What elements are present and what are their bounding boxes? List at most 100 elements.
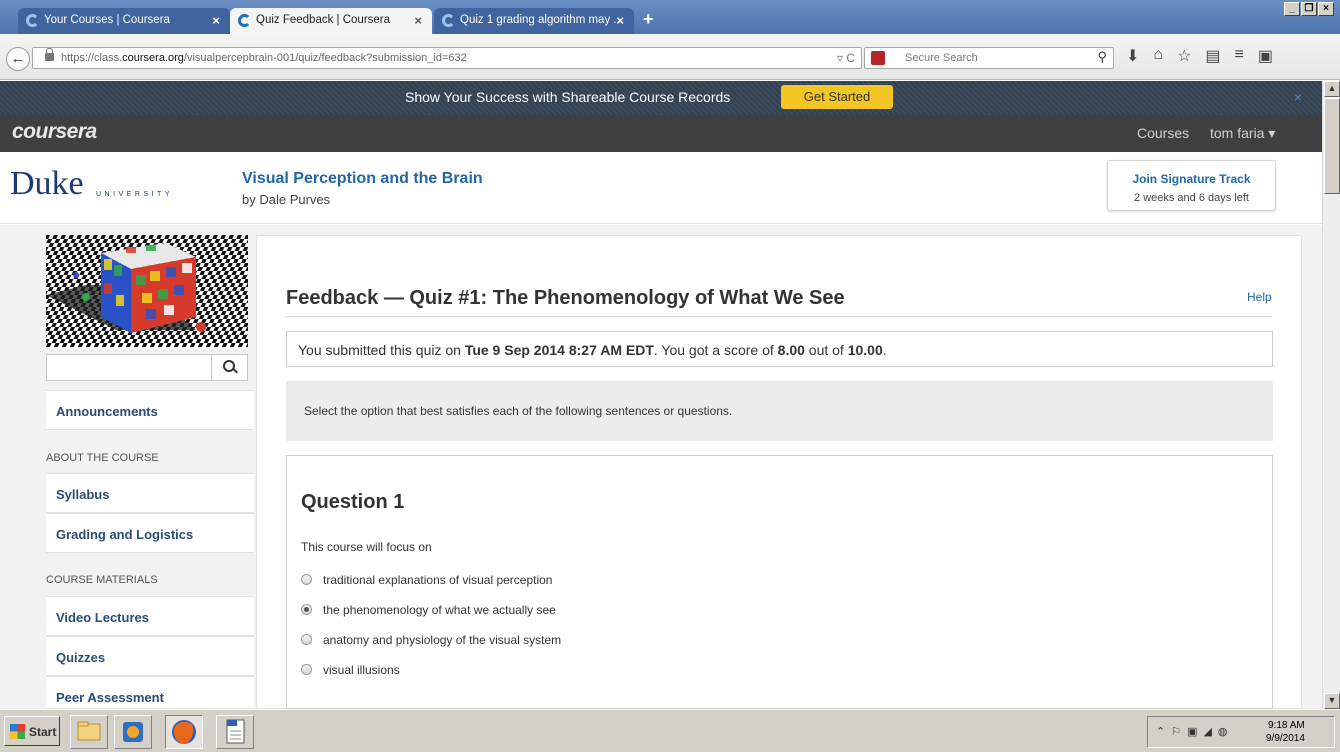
close-tab-icon[interactable]: × bbox=[414, 13, 422, 28]
help-link[interactable]: Help bbox=[1247, 290, 1272, 304]
close-banner-icon[interactable]: × bbox=[1294, 89, 1302, 105]
site-top-nav: coursera Courses tom faria ▾ bbox=[0, 115, 1322, 152]
course-header: Duke UNIVERSITY Visual Perception and th… bbox=[0, 152, 1322, 224]
menu-icon[interactable]: ≡ bbox=[1235, 46, 1244, 66]
start-label: Start bbox=[29, 725, 57, 739]
pdf-document-icon[interactable] bbox=[216, 715, 254, 749]
signature-track-box[interactable]: Join Signature Track 2 weeks and 6 days … bbox=[1107, 160, 1276, 211]
search-bar[interactable]: Secure Search ⚲ bbox=[864, 47, 1114, 69]
answer-option[interactable]: anatomy and physiology of the visual sys… bbox=[301, 633, 561, 647]
url-prefix: https://class. bbox=[61, 52, 123, 64]
search-icon[interactable] bbox=[211, 355, 247, 380]
search-placeholder: Secure Search bbox=[905, 52, 978, 64]
answer-label: traditional explanations of visual perce… bbox=[323, 573, 553, 587]
tab-quiz-grading[interactable]: Quiz 1 grading algorithm may ... × bbox=[434, 8, 634, 34]
bookmark-star-icon[interactable]: ☆ bbox=[1177, 46, 1191, 66]
start-button[interactable]: Start bbox=[4, 716, 60, 746]
sidebar-search-input[interactable] bbox=[46, 354, 248, 381]
tab-label: Quiz 1 grading algorithm may ... bbox=[460, 14, 623, 26]
answer-option[interactable]: traditional explanations of visual perce… bbox=[301, 573, 552, 587]
tab-label: Quiz Feedback | Coursera bbox=[256, 14, 391, 26]
file-explorer-icon[interactable] bbox=[70, 715, 108, 749]
score-end: . bbox=[882, 342, 887, 358]
sidebar-item-grading[interactable]: Grading and Logistics bbox=[46, 513, 254, 553]
download-icon[interactable]: ⬇ bbox=[1126, 46, 1139, 66]
sidebar-item-label: Video Lectures bbox=[56, 610, 149, 625]
scroll-up-icon[interactable]: ▲ bbox=[1324, 81, 1340, 97]
new-tab-button[interactable]: + bbox=[643, 9, 654, 30]
radio-button-selected[interactable] bbox=[301, 604, 312, 615]
sidebar-item-label: Announcements bbox=[56, 404, 158, 419]
sidebar-section-materials: COURSE MATERIALS bbox=[46, 574, 158, 586]
close-window-icon[interactable]: × bbox=[1318, 2, 1334, 16]
close-tab-icon[interactable]: × bbox=[616, 13, 624, 28]
close-tab-icon[interactable]: × bbox=[212, 13, 220, 28]
sidebar-item-quizzes[interactable]: Quizzes bbox=[46, 636, 254, 676]
scroll-thumb[interactable] bbox=[1324, 98, 1340, 194]
sidebar-item-video-lectures[interactable]: Video Lectures bbox=[46, 596, 254, 636]
vertical-scrollbar[interactable]: ▲ ▼ bbox=[1322, 81, 1340, 709]
sidebar-item-label: Grading and Logistics bbox=[56, 527, 194, 542]
answer-option[interactable]: the phenomenology of what we actually se… bbox=[301, 603, 556, 617]
course-cube-image bbox=[46, 235, 248, 347]
url-domain: coursera.org bbox=[122, 52, 184, 64]
nav-courses-link[interactable]: Courses bbox=[1137, 125, 1189, 141]
loading-favicon-icon bbox=[442, 14, 455, 27]
bookmarks-list-icon[interactable]: ▤ bbox=[1205, 46, 1220, 66]
minimize-icon[interactable]: _ bbox=[1284, 2, 1300, 16]
coursera-favicon-icon bbox=[26, 14, 39, 27]
page-title: Feedback — Quiz #1: The Phenomenology of… bbox=[286, 287, 845, 309]
firefox-icon[interactable] bbox=[165, 715, 203, 749]
signature-track-deadline: 2 weeks and 6 days left bbox=[1134, 192, 1249, 204]
sidebar-item-syllabus[interactable]: Syllabus bbox=[46, 473, 254, 513]
radio-button[interactable] bbox=[301, 634, 312, 645]
duke-logo: Duke bbox=[10, 165, 84, 202]
user-menu[interactable]: tom faria ▾ bbox=[1210, 125, 1275, 142]
url-bar[interactable]: https://class.coursera.org/visualpercepb… bbox=[32, 47, 862, 69]
radio-button[interactable] bbox=[301, 664, 312, 675]
reload-icon[interactable]: ▿ C bbox=[837, 51, 855, 65]
browser-tab-bar: Your Courses | Coursera × Quiz Feedback … bbox=[0, 0, 1340, 34]
coursera-favicon-icon bbox=[238, 14, 251, 27]
tab-label: Your Courses | Coursera bbox=[44, 14, 170, 26]
answer-label: the phenomenology of what we actually se… bbox=[323, 603, 556, 617]
scroll-down-icon[interactable]: ▼ bbox=[1324, 693, 1340, 709]
score-prefix: You submitted this quiz on bbox=[298, 342, 465, 358]
sidebar-section-about: ABOUT THE COURSE bbox=[46, 452, 159, 464]
score-mid: . You got a score of bbox=[653, 342, 778, 358]
course-instructor: by Dale Purves bbox=[242, 192, 331, 207]
get-started-button[interactable]: Get Started bbox=[781, 85, 893, 109]
answer-option[interactable]: visual illusions bbox=[301, 663, 400, 677]
promo-text: Show Your Success with Shareable Course … bbox=[405, 89, 731, 105]
extension-icon[interactable]: ▣ bbox=[1258, 46, 1273, 66]
sidebar-item-peer-assessment[interactable]: Peer Assessment bbox=[46, 676, 254, 709]
course-title[interactable]: Visual Perception and the Brain bbox=[242, 170, 483, 188]
promo-banner: Show Your Success with Shareable Course … bbox=[0, 81, 1322, 115]
restore-icon[interactable]: ❐ bbox=[1301, 2, 1317, 16]
search-icon[interactable]: ⚲ bbox=[1097, 49, 1107, 65]
signature-track-title[interactable]: Join Signature Track bbox=[1108, 172, 1275, 186]
score-value: 8.00 bbox=[777, 342, 805, 358]
sidebar-item-label: Peer Assessment bbox=[56, 690, 164, 705]
home-icon[interactable]: ⌂ bbox=[1153, 46, 1163, 66]
back-button[interactable]: ← bbox=[6, 47, 30, 71]
sidebar-item-label: Syllabus bbox=[56, 487, 110, 502]
sidebar-item-label: Quizzes bbox=[56, 650, 106, 665]
tray-icons[interactable]: ⌃⚐▣◢◍ bbox=[1156, 725, 1234, 738]
coursera-logo[interactable]: coursera bbox=[12, 120, 97, 144]
clock-date[interactable]: 9/9/2014 bbox=[1266, 733, 1305, 744]
search-engine-icon[interactable] bbox=[871, 51, 885, 65]
radio-button[interactable] bbox=[301, 574, 312, 585]
sidebar-item-announcements[interactable]: Announcements bbox=[46, 390, 254, 430]
windows-taskbar: Start ⌃⚐▣◢◍ 9:18 AM 9/9/2014 bbox=[0, 709, 1340, 752]
tab-your-courses[interactable]: Your Courses | Coursera × bbox=[18, 8, 230, 34]
tab-quiz-feedback[interactable]: Quiz Feedback | Coursera × bbox=[230, 8, 432, 34]
clock-time[interactable]: 9:18 AM bbox=[1268, 720, 1305, 731]
score-total: 10.00 bbox=[847, 342, 883, 358]
window-controls: _ ❐ × bbox=[1284, 2, 1334, 16]
media-player-icon[interactable] bbox=[114, 715, 152, 749]
answer-label: anatomy and physiology of the visual sys… bbox=[323, 633, 562, 647]
lock-icon bbox=[45, 48, 54, 61]
duke-logo-subtitle: UNIVERSITY bbox=[96, 191, 174, 198]
url-path: /visualpercepbrain-001/quiz/feedback?sub… bbox=[183, 52, 467, 64]
